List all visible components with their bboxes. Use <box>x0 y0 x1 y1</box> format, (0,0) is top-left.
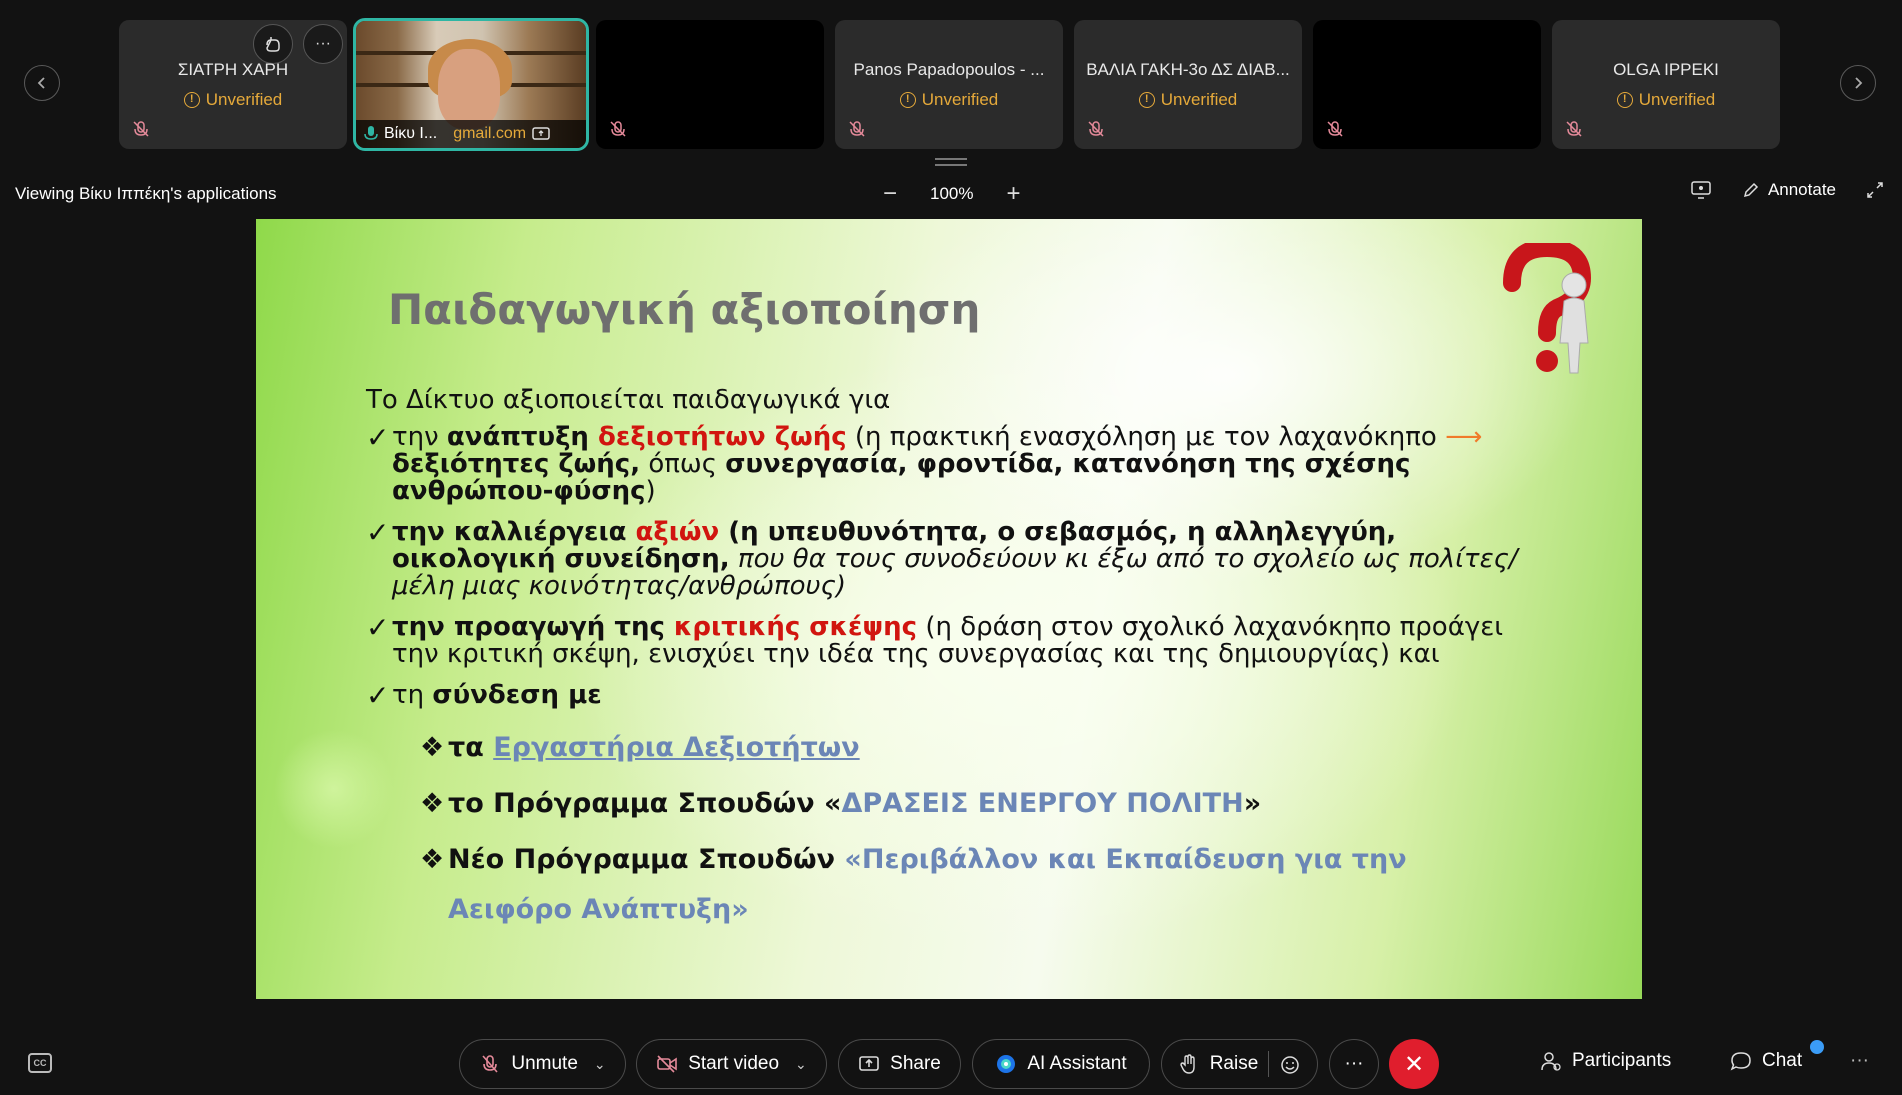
mic-muted-icon <box>482 1055 498 1073</box>
participants-icon <box>1541 1052 1561 1071</box>
chat-notification-badge <box>1810 1040 1824 1054</box>
display-icon[interactable] <box>1690 180 1712 200</box>
more-options-button[interactable]: ··· <box>1329 1039 1379 1089</box>
unverified-badge: ! Unverified <box>1074 90 1302 110</box>
participant-tile[interactable]: ··· ΣΙΑΤΡΗ ΧΑΡΗ ! Unverified <box>119 20 347 149</box>
zoom-controls: − 100% + <box>880 180 1023 208</box>
question-mark-figure-icon <box>1503 243 1592 374</box>
share-tools: Annotate <box>1690 180 1884 200</box>
share-button[interactable]: Share <box>838 1039 961 1089</box>
pen-icon <box>1743 182 1758 198</box>
mic-on-icon <box>364 126 378 140</box>
unmute-button[interactable]: Unmute ⌄ <box>459 1039 626 1089</box>
slide-intro: Το Δίκτυο αξιοποιείται παιδαγωγικά για <box>366 385 891 415</box>
ai-assistant-icon <box>997 1055 1016 1073</box>
warning-icon: ! <box>183 92 200 108</box>
mic-muted-icon <box>1566 121 1582 137</box>
mic-muted-icon <box>133 121 149 137</box>
zoom-level: 100% <box>930 184 974 203</box>
participant-tile[interactable]: ΒΑΛΙΑ ΓΑΚΗ-3ο ΔΣ ΔΙΑΒ... ! Unverified <box>1074 20 1302 149</box>
diamond-bullet-icon: ❖ <box>420 788 445 819</box>
warning-icon: ! <box>1616 92 1633 108</box>
warning-icon: ! <box>899 92 916 108</box>
chat-icon <box>1730 1052 1751 1071</box>
participant-tile[interactable] <box>1313 20 1541 149</box>
chevron-down-icon: ⌄ <box>593 1055 606 1072</box>
shared-slide: Παιδαγωγική αξιοποίηση Το Δίκτυο αξιοποι… <box>256 219 1642 999</box>
share-icon <box>859 1056 879 1071</box>
participant-name: OLGA IPPEKI <box>1613 60 1719 79</box>
slide-bullet: ✓ την προαγωγή της κριτικής σκέψης (η δρ… <box>366 611 1504 669</box>
slide-title: Παιδαγωγική αξιοποίηση <box>388 285 981 334</box>
chevron-down-icon: ⌄ <box>795 1055 807 1072</box>
slide-sub-bullet: ❖ Νέο Πρόγραμμα Σπουδών «Περιβάλλον και … <box>420 835 1536 935</box>
unverified-badge: ! Unverified <box>835 90 1063 110</box>
video-off-icon <box>657 1055 678 1073</box>
zoom-in-button[interactable]: + <box>1003 180 1023 208</box>
skills-workshop-link[interactable]: Εργαστήρια Δεξιοτήτων <box>493 732 859 763</box>
zoom-out-button[interactable]: − <box>880 180 900 208</box>
slide-body: Το Δίκτυο αξιοποιείται παιδαγωγικά για ✓… <box>366 387 1536 961</box>
captions-button[interactable]: CC <box>28 1053 52 1073</box>
warning-icon: ! <box>1138 92 1155 108</box>
mic-muted-icon <box>1327 121 1343 137</box>
slide-bullet: ✓ τη σύνδεση με <box>366 679 602 712</box>
emoji-reaction-icon[interactable] <box>1279 1053 1301 1075</box>
unverified-badge: ! Unverified <box>1552 90 1780 110</box>
chevron-right-icon <box>1855 77 1863 89</box>
diamond-bullet-icon: ❖ <box>420 844 445 875</box>
arrow-icon: ⟶ <box>1445 422 1483 452</box>
slide-bullet: ✓ την καλλιέργεια αξιών (η υπευθυνότητα,… <box>366 516 1518 601</box>
next-participants-button[interactable] <box>1840 65 1876 101</box>
previous-participants-button[interactable] <box>24 65 60 101</box>
checkmark-icon: ✓ <box>366 611 390 644</box>
hand-icon <box>1180 1054 1195 1074</box>
fullscreen-icon[interactable] <box>1866 181 1884 199</box>
video-detail <box>438 49 500 129</box>
resize-handle[interactable] <box>935 158 967 166</box>
checkmark-icon: ✓ <box>366 421 390 454</box>
unverified-badge: ! Unverified <box>119 90 347 110</box>
participant-name: ΣΙΑΤΡΗ ΧΑΡΗ <box>177 60 289 79</box>
participant-name: Panos Papadopoulos - ... <box>853 60 1045 79</box>
mic-muted-icon <box>610 121 626 137</box>
raise-hand-button[interactable]: Raise <box>1161 1039 1318 1089</box>
checkmark-icon: ✓ <box>366 679 390 712</box>
participants-button[interactable]: Participants <box>1540 1050 1671 1072</box>
mic-muted-icon <box>1088 121 1104 137</box>
reaction-button[interactable] <box>253 24 293 64</box>
ai-assistant-button[interactable]: AI Assistant <box>972 1039 1150 1089</box>
participant-tile[interactable] <box>596 20 824 149</box>
leave-meeting-button[interactable]: ✕ <box>1389 1039 1439 1089</box>
participant-name: ΒΑΛΙΑ ΓΑΚΗ-3ο ΔΣ ΔΙΑΒ... <box>1086 60 1290 79</box>
overflow-menu-button[interactable]: ··· <box>1850 1050 1869 1072</box>
mic-muted-icon <box>849 121 865 137</box>
slide-sub-bullet: ❖ τα Εργαστήρια Δεξιοτήτων <box>420 723 1536 773</box>
chevron-left-icon <box>37 77 45 89</box>
participant-tile[interactable]: OLGA IPPEKI ! Unverified <box>1552 20 1780 149</box>
hand-icon <box>266 37 280 52</box>
share-screen-icon <box>532 127 550 140</box>
checkmark-icon: ✓ <box>366 516 390 549</box>
active-speaker-tile[interactable]: Βίκυ Ι... gmail.com <box>353 18 589 151</box>
diamond-bullet-icon: ❖ <box>420 732 445 763</box>
start-video-button[interactable]: Start video ⌄ <box>636 1039 827 1089</box>
viewing-label: Viewing Βίκυ Ιππέκη's applications <box>15 184 277 203</box>
slide-bullet: ✓ την ανάπτυξη δεξιοτήτων ζωής (η πρακτι… <box>366 421 1483 506</box>
chat-button[interactable]: Chat <box>1730 1050 1802 1072</box>
participant-tile[interactable]: Panos Papadopoulos - ... ! Unverified <box>835 20 1063 149</box>
annotate-button[interactable]: Annotate <box>1742 180 1836 200</box>
divider <box>1268 1051 1270 1077</box>
tile-more-button[interactable]: ··· <box>303 24 343 64</box>
slide-sub-bullet: ❖ το Πρόγραμμα Σπουδών «ΔΡΑΣΕΙΣ ΕΝΕΡΓΟΥ … <box>420 779 1536 829</box>
speaker-label: Βίκυ Ι... gmail.com <box>356 120 586 148</box>
